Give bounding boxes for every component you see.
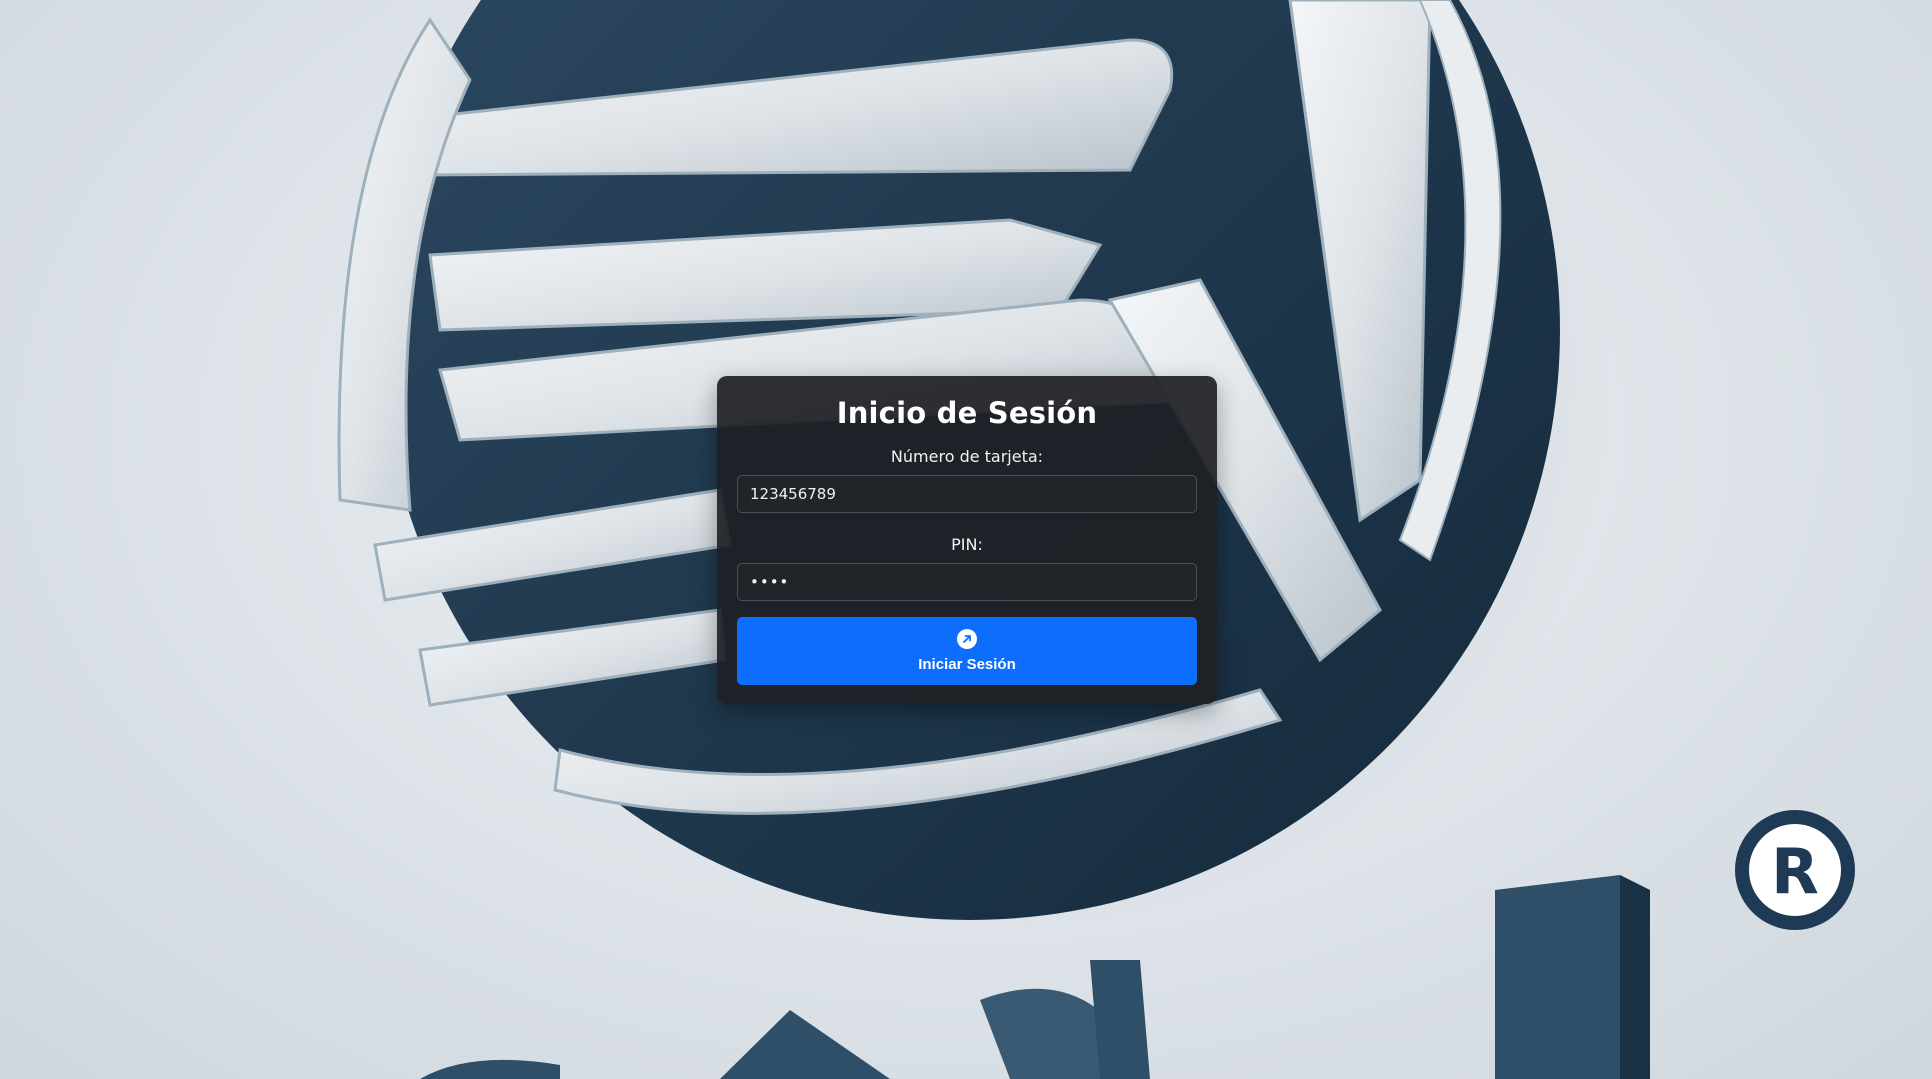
svg-text:R: R [1771, 835, 1819, 908]
login-title: Inicio de Sesión [836, 396, 1098, 430]
card-number-label: Número de tarjeta: [890, 447, 1044, 466]
pin-input[interactable] [737, 563, 1197, 601]
arrow-up-right-circle-icon [957, 629, 977, 649]
pin-label: PIN: [951, 535, 983, 554]
login-button-label: Iniciar Sesión [918, 656, 1016, 673]
card-number-input[interactable] [737, 475, 1197, 513]
login-button[interactable]: Iniciar Sesión [737, 617, 1197, 685]
login-card: Inicio de Sesión Número de tarjeta: PIN:… [717, 376, 1217, 704]
